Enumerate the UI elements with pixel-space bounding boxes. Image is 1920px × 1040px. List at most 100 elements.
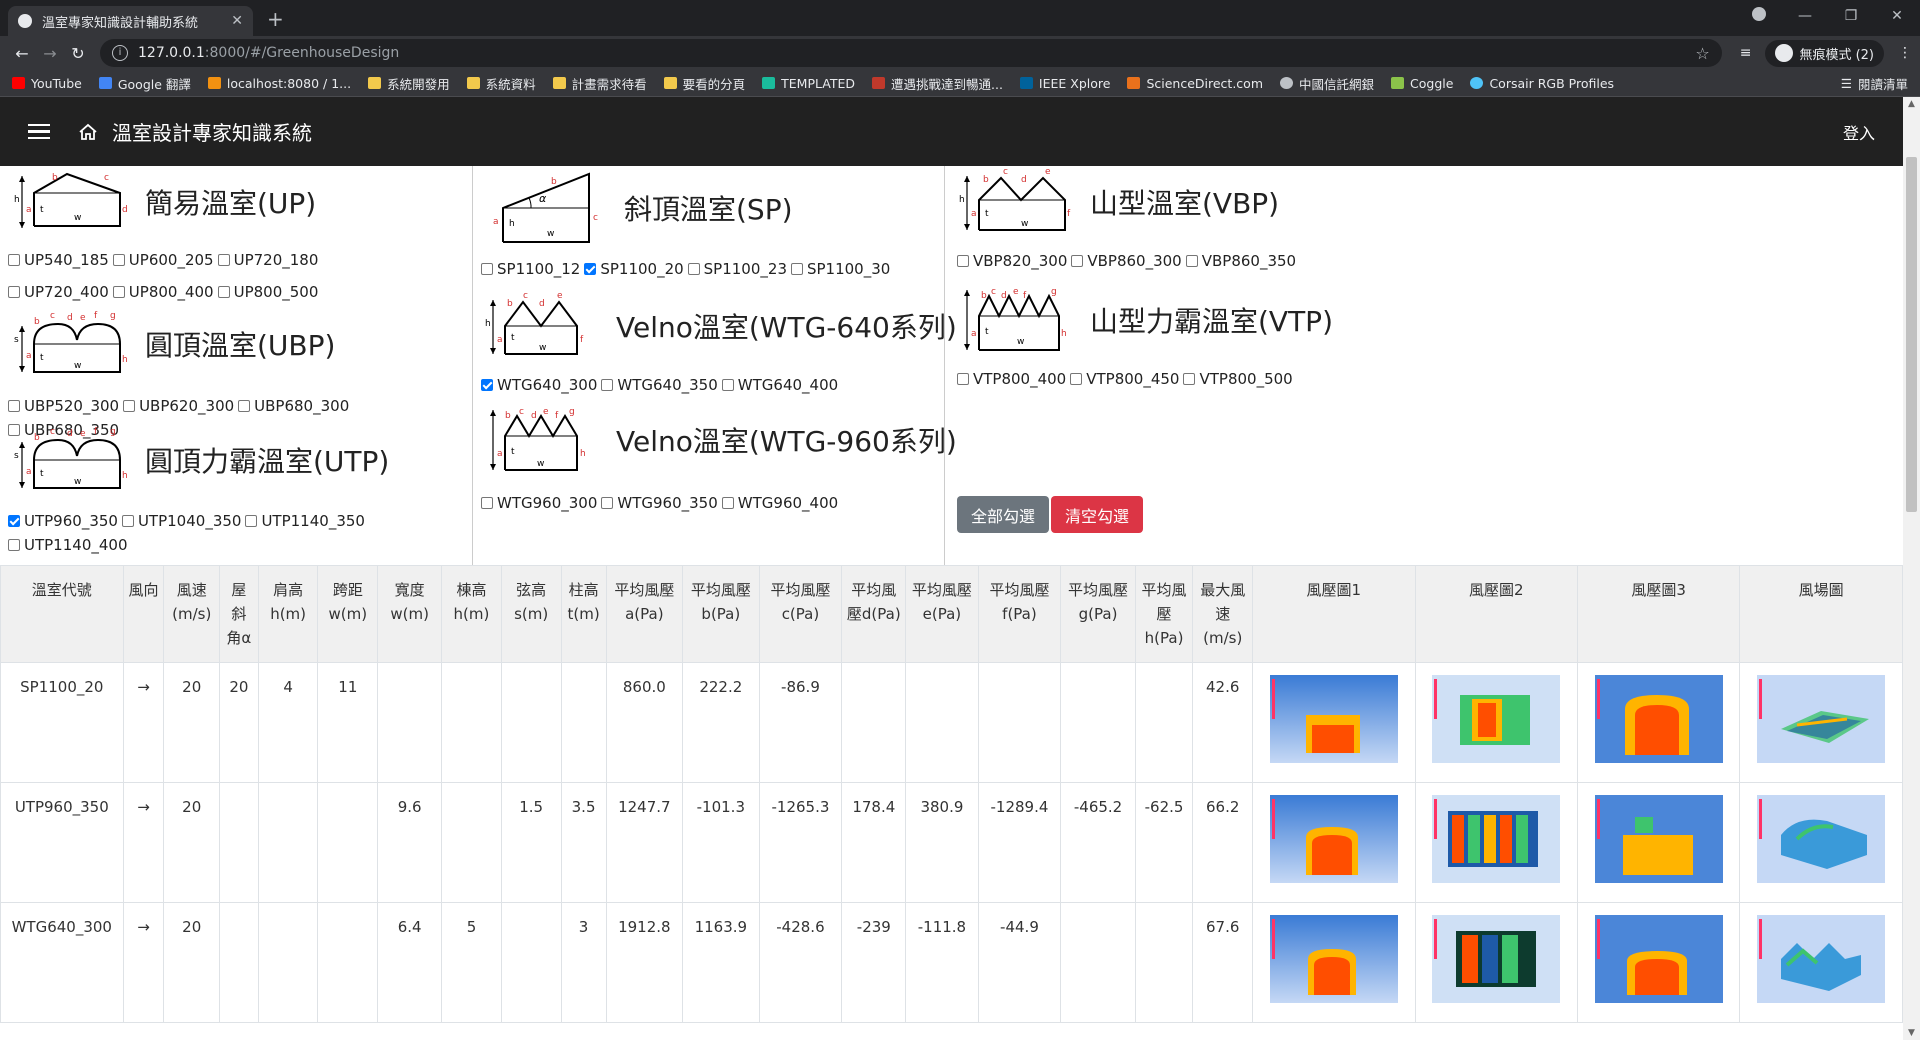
bookmark-challenge[interactable]: 遭遇挑戰達到暢通... — [872, 74, 1003, 93]
checkbox[interactable] — [217, 254, 230, 266]
option-checkbox[interactable]: VTP800_450 — [1070, 367, 1179, 391]
option-checkbox[interactable]: UTP960_350 — [8, 509, 118, 533]
pressure-map-1-image[interactable] — [1269, 675, 1398, 763]
select-all-button[interactable]: 全部勾選 — [957, 496, 1050, 533]
forward-icon[interactable]: → — [36, 44, 64, 63]
new-tab-icon[interactable]: + — [267, 7, 284, 31]
bookmark-folder[interactable]: 計畫需求待看 — [552, 74, 647, 93]
option-checkbox[interactable]: UP800_400 — [112, 280, 214, 304]
option-checkbox[interactable]: WTG640_400 — [721, 373, 838, 397]
checkbox[interactable] — [601, 379, 614, 391]
checkbox[interactable] — [601, 497, 614, 509]
bookmark-folder[interactable]: 系統資料 — [466, 74, 536, 93]
checkbox[interactable] — [481, 263, 493, 275]
bookmark-templated[interactable]: TEMPLATED — [762, 76, 855, 91]
checkbox[interactable] — [112, 286, 125, 298]
pressure-map-1-image[interactable] — [1269, 915, 1398, 1003]
checkbox[interactable] — [217, 286, 230, 298]
option-checkbox[interactable]: VTP800_400 — [957, 367, 1066, 391]
bookmark-coggle[interactable]: Coggle — [1391, 76, 1453, 91]
scrollbar-thumb[interactable] — [1906, 157, 1917, 512]
option-checkbox[interactable]: VBP860_350 — [1185, 249, 1296, 273]
checkbox[interactable] — [8, 539, 20, 551]
option-checkbox[interactable]: WTG960_400 — [721, 491, 838, 515]
address-bar[interactable]: i 127.0.0.1:8000/#/GreenhouseDesign ☆ — [100, 39, 1722, 67]
pressure-map-3-image[interactable] — [1594, 795, 1723, 883]
bookmark-google-translate[interactable]: Google 翻譯 — [98, 74, 191, 93]
option-checkbox[interactable]: SP1100_23 — [687, 257, 787, 281]
bookmark-sciencedirect[interactable]: ScienceDirect.com — [1127, 76, 1263, 91]
checkbox[interactable] — [687, 263, 700, 275]
option-checkbox[interactable]: UBP520_300 — [8, 394, 119, 418]
option-checkbox[interactable]: WTG640_350 — [601, 373, 718, 397]
checkbox-checked[interactable] — [8, 515, 20, 527]
bookmark-youtube[interactable]: YouTube — [12, 76, 82, 91]
option-checkbox[interactable]: UBP620_300 — [123, 394, 234, 418]
back-icon[interactable]: ← — [8, 44, 36, 63]
browser-tab[interactable]: 溫室專家知識設計輔助系統 ✕ — [8, 6, 253, 36]
hamburger-icon[interactable] — [28, 120, 50, 144]
pressure-map-2-image[interactable] — [1432, 915, 1561, 1003]
checkbox[interactable] — [123, 400, 136, 412]
option-checkbox[interactable]: UTP1040_350 — [121, 509, 241, 533]
option-checkbox[interactable]: SP1100_12 — [481, 257, 580, 281]
checkbox[interactable] — [1070, 373, 1083, 385]
checkbox[interactable] — [1071, 255, 1084, 267]
restore-icon[interactable]: ❐ — [1828, 8, 1874, 24]
checkbox[interactable] — [112, 254, 125, 266]
minimize-icon[interactable]: — — [1782, 8, 1828, 24]
home-icon[interactable] — [78, 122, 98, 142]
login-link[interactable]: 登入 — [1843, 120, 1875, 144]
checkbox-checked[interactable] — [584, 263, 597, 275]
option-checkbox[interactable]: SP1100_20 — [584, 257, 684, 281]
reload-icon[interactable]: ↻ — [64, 44, 92, 63]
page-scrollbar[interactable]: ▲ ▼ — [1903, 97, 1920, 1040]
checkbox[interactable] — [1185, 255, 1198, 267]
option-checkbox[interactable]: UTP1140_350 — [245, 509, 365, 533]
bookmark-localhost[interactable]: localhost:8080 / 1... — [207, 76, 351, 91]
checkbox[interactable] — [8, 254, 20, 266]
media-icon[interactable]: ≡ — [1740, 45, 1752, 61]
option-checkbox[interactable]: VTP800_500 — [1183, 367, 1293, 391]
bookmark-star-icon[interactable]: ☆ — [1695, 44, 1709, 63]
pressure-map-3-image[interactable] — [1594, 675, 1723, 763]
pressure-map-2-image[interactable] — [1432, 675, 1561, 763]
site-info-icon[interactable]: i — [112, 45, 128, 61]
option-checkbox[interactable]: WTG960_300 — [481, 491, 597, 515]
menu-icon[interactable]: ⋮ — [1898, 45, 1912, 61]
tab-close-icon[interactable]: ✕ — [231, 13, 243, 29]
clear-selection-button[interactable]: 清空勾選 — [1051, 496, 1144, 533]
checkbox[interactable] — [721, 379, 734, 391]
pressure-map-2-image[interactable] — [1432, 795, 1561, 883]
checkbox[interactable] — [721, 497, 734, 509]
checkbox[interactable] — [245, 515, 258, 527]
checkbox[interactable] — [8, 400, 20, 412]
option-checkbox[interactable]: VBP820_300 — [957, 249, 1067, 273]
checkbox[interactable] — [121, 515, 134, 527]
bookmark-ieee[interactable]: IEEE Xplore — [1019, 76, 1110, 91]
option-checkbox[interactable]: WTG960_350 — [601, 491, 718, 515]
option-checkbox[interactable]: VBP860_300 — [1071, 249, 1182, 273]
option-checkbox[interactable]: UP720_180 — [217, 248, 318, 272]
wind-field-image[interactable] — [1757, 675, 1886, 763]
checkbox[interactable] — [8, 286, 20, 298]
option-checkbox[interactable]: WTG640_300 — [481, 373, 597, 397]
incognito-badge[interactable]: 無痕模式 (2) — [1765, 39, 1884, 67]
option-checkbox[interactable]: UTP1140_400 — [8, 533, 128, 557]
scroll-up-icon[interactable]: ▲ — [1903, 99, 1920, 109]
bookmark-folder[interactable]: 要看的分頁 — [663, 74, 745, 93]
scroll-down-icon[interactable]: ▼ — [1903, 1028, 1920, 1038]
reading-list[interactable]: ☰ 閱讀清單 — [1841, 70, 1908, 96]
bookmark-corsair[interactable]: Corsair RGB Profiles — [1470, 76, 1614, 91]
checkbox[interactable] — [957, 255, 969, 267]
option-checkbox[interactable]: SP1100_30 — [790, 257, 890, 281]
profile-dropdown-icon[interactable] — [1736, 7, 1782, 25]
wind-field-image[interactable] — [1757, 795, 1886, 883]
checkbox[interactable] — [790, 263, 803, 275]
bookmark-ctbc[interactable]: 中國信託網銀 — [1280, 74, 1374, 93]
option-checkbox[interactable]: UBP680_300 — [238, 394, 349, 418]
checkbox[interactable] — [238, 400, 251, 412]
option-checkbox[interactable]: UP600_205 — [112, 248, 214, 272]
option-checkbox[interactable]: UP720_400 — [8, 280, 109, 304]
bookmark-folder[interactable]: 系統開發用 — [368, 74, 450, 93]
